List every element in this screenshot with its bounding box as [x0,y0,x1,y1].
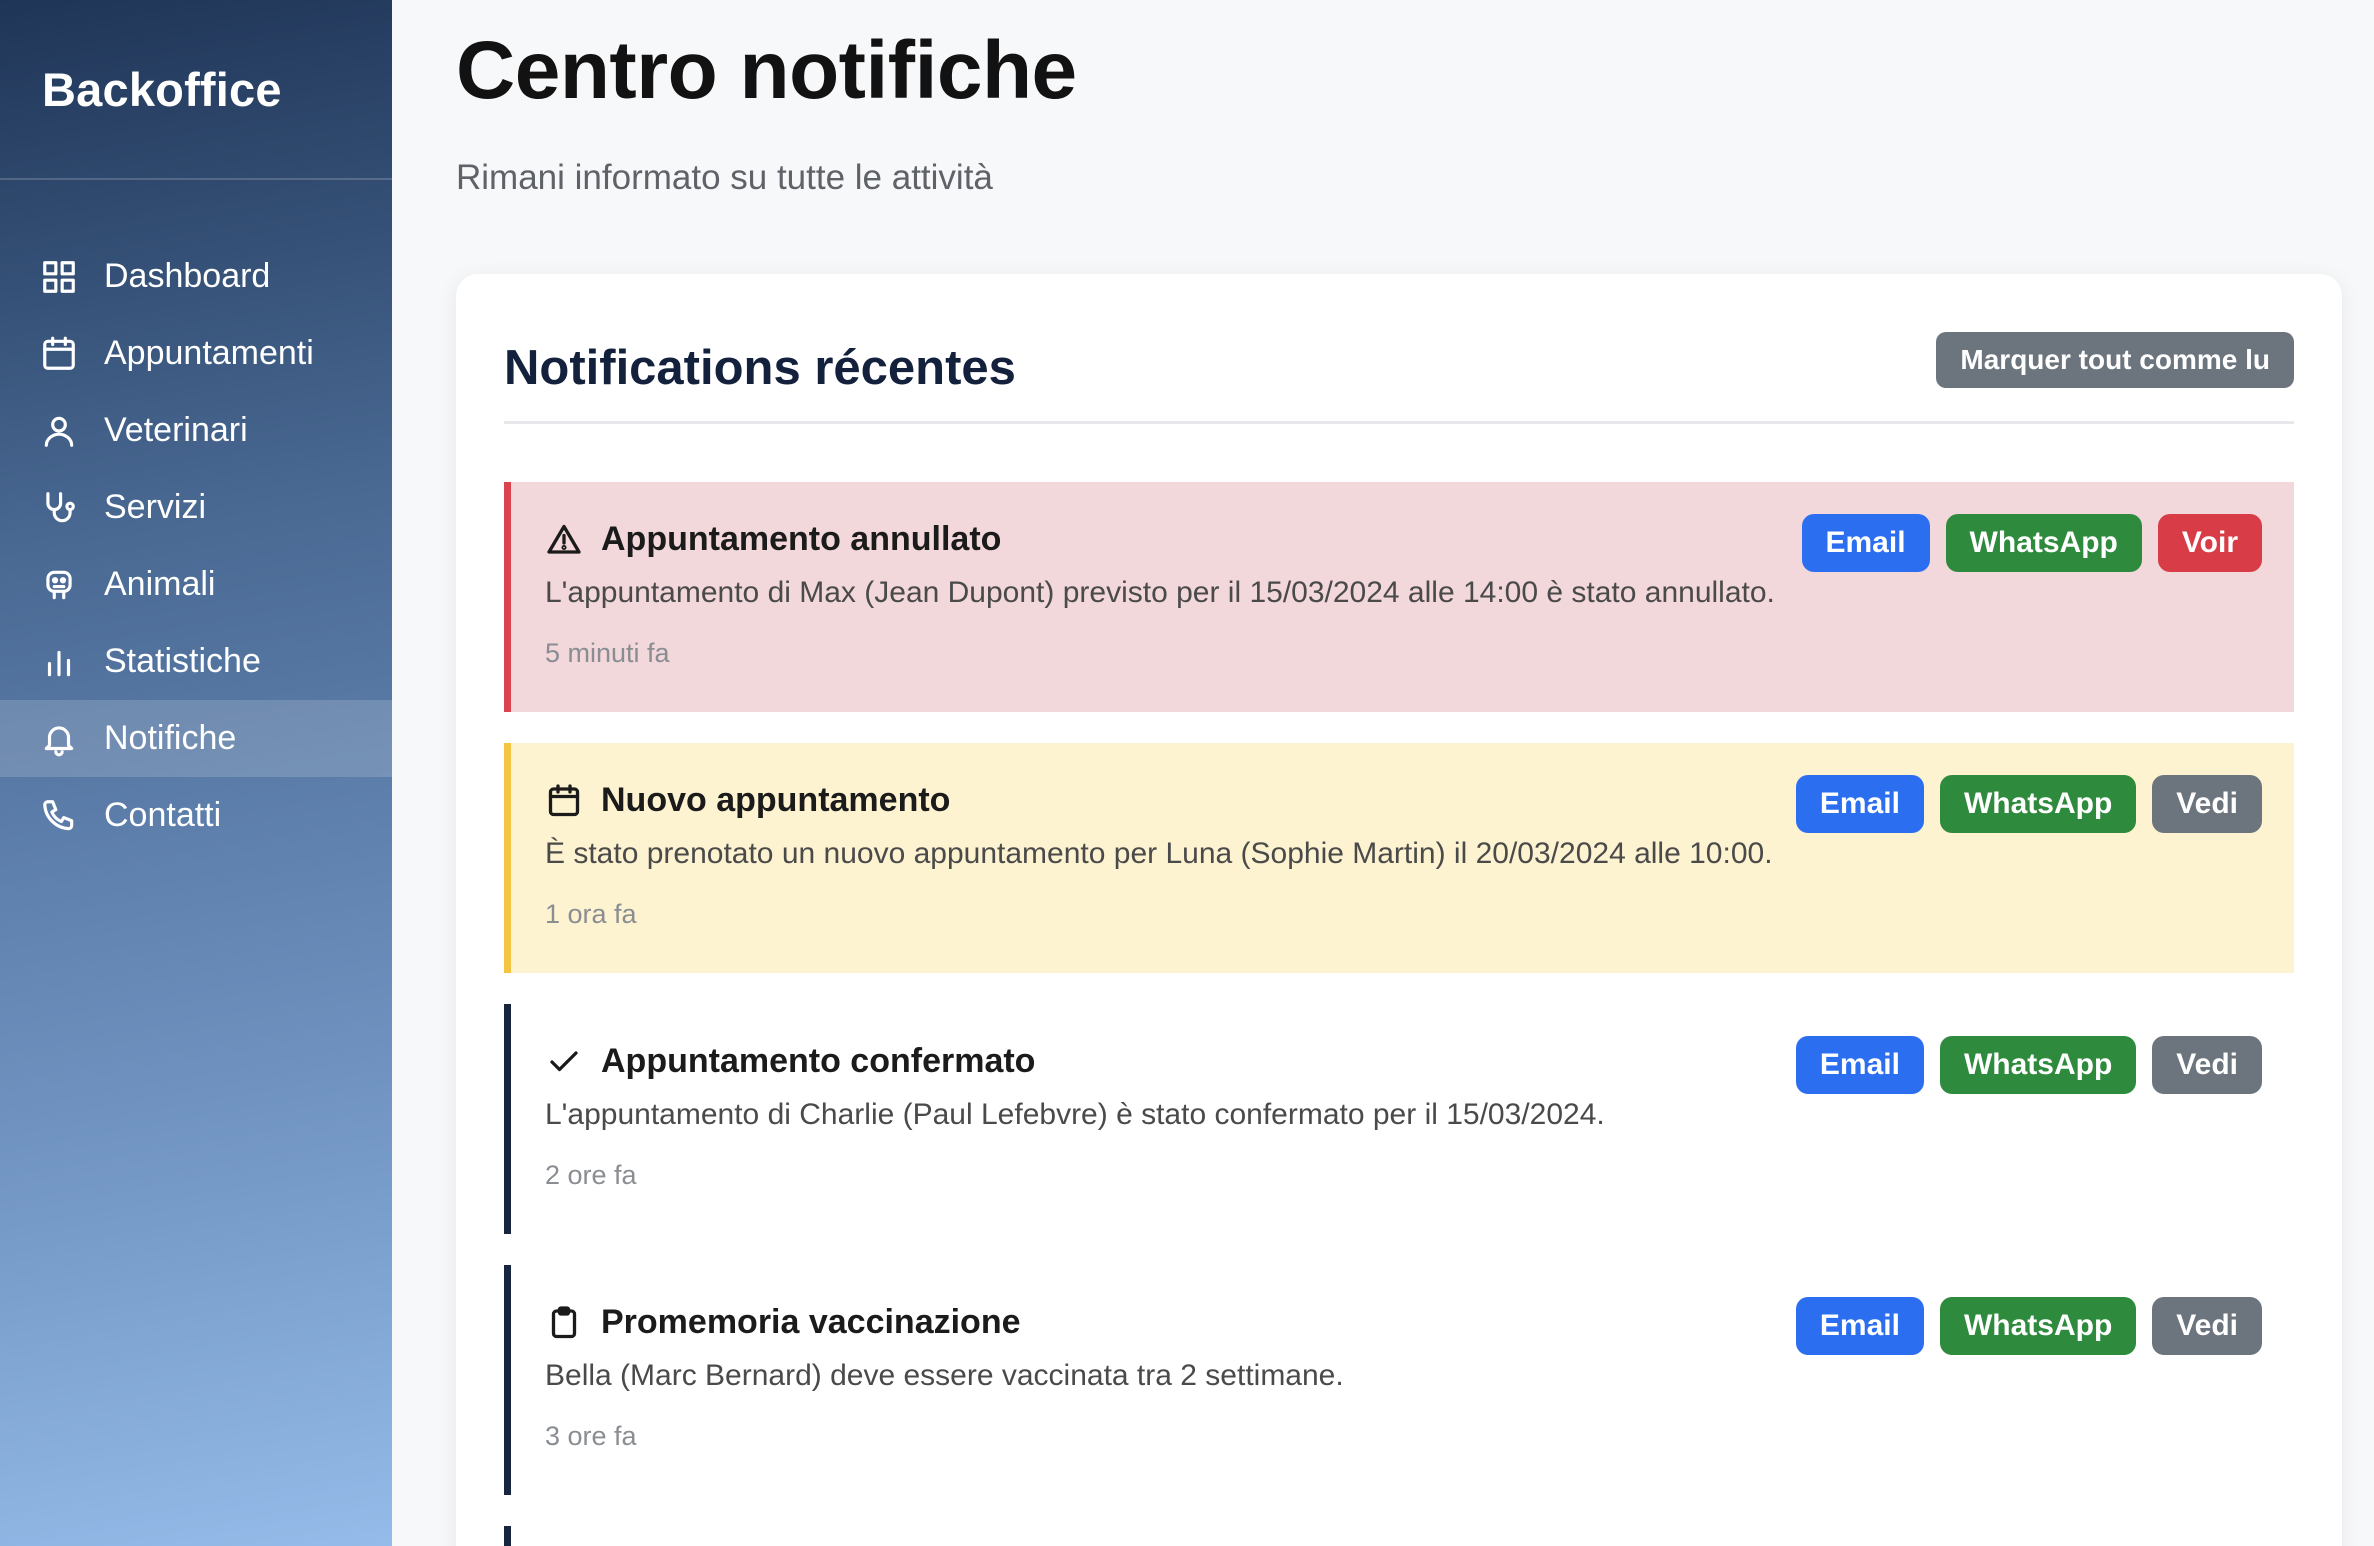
sidebar-item-label: Veterinari [104,411,248,449]
notification-actions: Email WhatsApp Vedi [1795,775,2262,833]
page-title: Centro notifiche [456,25,1077,116]
whatsapp-button[interactable]: WhatsApp [1939,775,2137,833]
sidebar-item-appuntamenti[interactable]: Appuntamenti [0,315,392,392]
notification-title: Promemoria vaccinazione [601,1303,1021,1341]
notification-actions: Email WhatsApp Vedi [1795,1036,2262,1094]
notifications-card: Notifications récentes Marquer tout comm… [456,274,2342,1546]
sidebar-item-notifiche[interactable]: Notifiche [0,700,392,777]
notification-time: 5 minuti fa [545,638,670,668]
sidebar-item-label: Dashboard [104,257,271,295]
user-icon [40,412,78,450]
sidebar-item-label: Notifiche [104,719,237,757]
notification-item: Appuntamento confermato L'appuntamento d… [504,1004,2294,1234]
notification-item: Nuovo appuntamento È stato prenotato un … [504,743,2294,973]
sidebar-item-label: Servizi [104,488,207,526]
notification-item: Appuntamento annullato L'appuntamento di… [504,482,2294,712]
whatsapp-button[interactable]: WhatsApp [1945,514,2142,572]
notification-item-partial [504,1526,2294,1546]
notification-text: Bella (Marc Bernard) deve essere vaccina… [545,1359,1344,1392]
sidebar-item-dashboard[interactable]: Dashboard [0,238,392,315]
calendar-icon [40,335,78,373]
notification-text: L'appuntamento di Charlie (Paul Lefebvre… [545,1098,1605,1131]
notification-title: Nuovo appuntamento [601,781,951,819]
notification-actions: Email WhatsApp Vedi [1795,1297,2262,1355]
view-button[interactable]: Vedi [2152,1297,2262,1355]
clipboard-icon [545,1304,583,1342]
view-button[interactable]: Vedi [2152,1036,2262,1094]
notification-time: 2 ore fa [545,1160,637,1190]
notification-actions: Email WhatsApp Voir [1801,514,2262,572]
stethoscope-icon [40,489,78,527]
email-button[interactable]: Email [1795,1297,1924,1355]
app: Backoffice Dashboard Appuntamenti Veteri… [0,0,2374,1546]
email-button[interactable]: Email [1795,775,1924,833]
notification-title: Appuntamento annullato [601,520,1002,558]
check-icon [545,1043,583,1081]
sidebar-item-label: Contatti [104,796,222,834]
sidebar: Backoffice Dashboard Appuntamenti Veteri… [0,0,392,1546]
notification-time: 1 ora fa [545,899,637,929]
notification-text: L'appuntamento di Max (Jean Dupont) prev… [545,576,1775,609]
notification-header: Appuntamento annullato [545,520,1001,559]
notification-header: Appuntamento confermato [545,1042,1035,1081]
sidebar-item-label: Appuntamenti [104,334,314,372]
sidebar-item-label: Animali [104,565,216,603]
bell-icon [40,720,78,758]
view-button[interactable]: Vedi [2152,775,2262,833]
whatsapp-button[interactable]: WhatsApp [1939,1297,2137,1355]
phone-icon [40,797,78,835]
sidebar-item-label: Statistiche [104,642,261,680]
page-subtitle: Rimani informato su tutte le attività [456,158,993,197]
sidebar-item-contatti[interactable]: Contatti [0,777,392,854]
sidebar-item-veterinari[interactable]: Veterinari [0,392,392,469]
warning-triangle-icon [545,521,583,559]
card-header: Notifications récentes Marquer tout comm… [504,314,2294,424]
notification-text: È stato prenotato un nuovo appuntamento … [545,837,1773,870]
sidebar-item-animali[interactable]: Animali [0,546,392,623]
card-title: Notifications récentes [504,341,1016,395]
sidebar-item-servizi[interactable]: Servizi [0,469,392,546]
view-button[interactable]: Voir [2157,514,2262,572]
notification-title: Appuntamento confermato [601,1042,1036,1080]
main-content: Centro notifiche Rimani informato su tut… [392,0,2374,1546]
notification-header: Promemoria vaccinazione [545,1303,1021,1342]
notification-item: Promemoria vaccinazione Bella (Marc Bern… [504,1265,2294,1495]
email-button[interactable]: Email [1795,1036,1924,1094]
notification-time: 3 ore fa [545,1421,637,1451]
email-button[interactable]: Email [1801,514,1930,572]
mark-all-read-button[interactable]: Marquer tout comme lu [1936,332,2294,388]
whatsapp-button[interactable]: WhatsApp [1939,1036,2137,1094]
pet-icon [40,566,78,604]
sidebar-nav: Dashboard Appuntamenti Veterinari Serviz… [0,238,392,854]
sidebar-item-statistiche[interactable]: Statistiche [0,623,392,700]
calendar-icon [545,782,583,820]
notification-header: Nuovo appuntamento [545,781,950,820]
bar-chart-icon [40,643,78,681]
grid-icon [40,258,78,296]
brand-title: Backoffice [0,0,392,180]
